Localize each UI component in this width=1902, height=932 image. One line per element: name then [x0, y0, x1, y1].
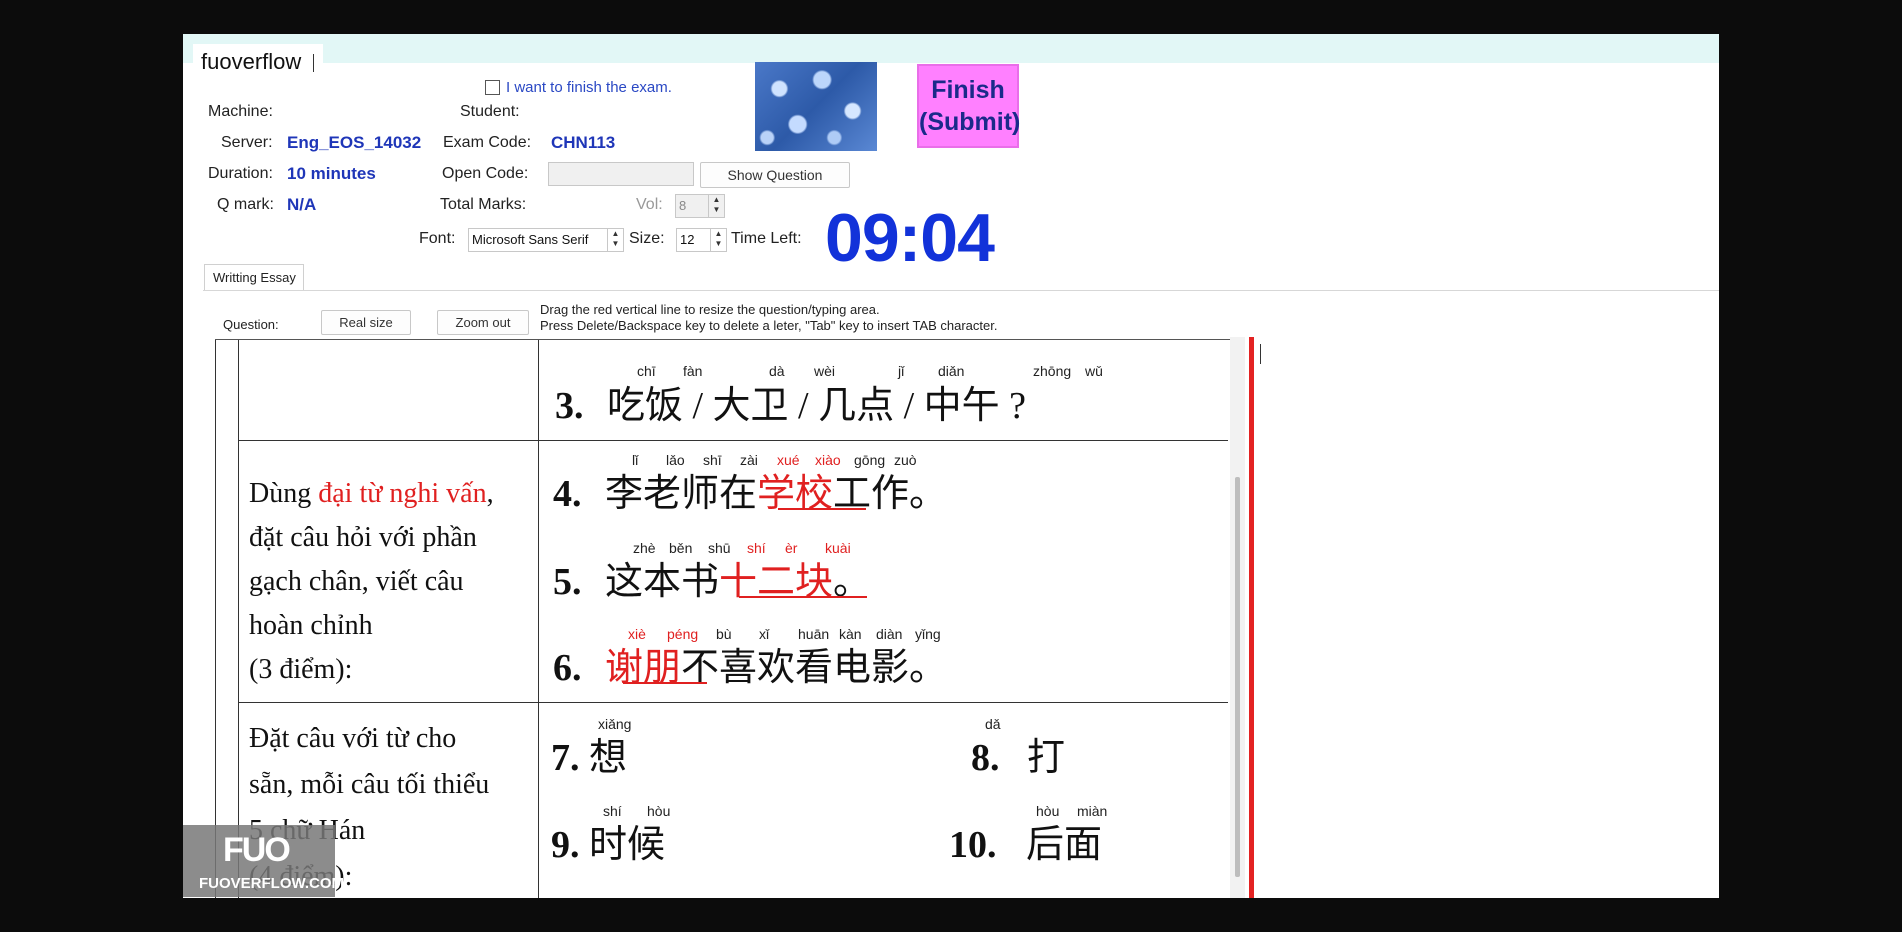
finish-exam-checkbox-label: I want to finish the exam.	[506, 79, 672, 96]
spinner-arrows-icon[interactable]: ▲ ▼	[708, 195, 724, 217]
question-text: 吃饭 / 大卫 / 几点 / 中午 ?	[607, 385, 1027, 427]
question-label: Question:	[223, 317, 279, 332]
question-4: 4. 李老师在学校工作。	[553, 462, 947, 517]
answer-typing-area[interactable]	[1255, 337, 1719, 898]
watermark-site: FUOVERFLOW.COM	[199, 875, 344, 892]
font-value: Microsoft Sans Serif	[472, 232, 589, 247]
show-question-button[interactable]: Show Question	[700, 162, 850, 188]
exam-client-window: fuoverflow I want to finish the exam. Ma…	[183, 34, 1719, 898]
instructions-hint: Drag the red vertical line to resize the…	[540, 302, 997, 334]
spinner-arrows-icon[interactable]: ▲ ▼	[607, 229, 623, 251]
duration-label: Duration:	[208, 165, 273, 182]
server-value: Eng_EOS_14032	[287, 133, 422, 152]
question-scrollbar[interactable]	[1230, 337, 1245, 898]
question-number: 3.	[555, 385, 584, 427]
table-column-divider	[538, 340, 539, 898]
open-code-label: Open Code:	[442, 165, 529, 182]
font-label: Font:	[419, 230, 456, 247]
tab-writing-essay[interactable]: Writting Essay	[204, 264, 304, 291]
table-border-left	[215, 340, 216, 898]
instruction-line: Dùng đại từ nghi vấn,	[249, 478, 494, 509]
qmark-value: N/A	[287, 195, 317, 214]
question-6: 6. 谢朋不喜欢看电影。	[553, 636, 947, 691]
text-cursor	[313, 54, 315, 73]
section-2-instructions: Dùng đại từ nghi vấn, đặt câu hỏi với ph…	[249, 472, 494, 692]
brand-label: fuoverflow	[193, 44, 323, 80]
vol-value: 8	[679, 198, 687, 213]
student-photo	[755, 62, 877, 151]
total-marks-label: Total Marks:	[440, 196, 527, 213]
vol-spinner[interactable]: 8 ▲ ▼	[675, 194, 725, 218]
server-label: Server:	[221, 134, 273, 151]
size-value: 12	[680, 232, 695, 247]
table-border-inner	[238, 340, 239, 898]
machine-label: Machine:	[208, 103, 273, 120]
instruction-line: gạch chân, viết câu	[249, 566, 464, 597]
question-text: 这本书	[605, 561, 720, 603]
question-8: 8. 打	[971, 726, 1065, 781]
question-text: 时候	[589, 824, 666, 866]
red-underline	[623, 682, 707, 684]
question-text: 不喜欢看电影。	[681, 647, 948, 689]
student-label: Student:	[460, 103, 520, 120]
zoom-out-button[interactable]: Zoom out	[437, 310, 529, 335]
question-number: 9.	[551, 824, 580, 866]
submit-label: (Submit)	[919, 108, 1021, 136]
real-size-button[interactable]: Real size	[321, 310, 411, 335]
question-10: 10. 后面	[949, 813, 1102, 868]
watermark: FUO FUOVERFLOW.COM	[183, 825, 344, 897]
open-code-input[interactable]	[548, 162, 694, 186]
hint-line-2: Press Delete/Backspace key to delete a l…	[540, 318, 998, 333]
instruction-line: sẵn, mỗi câu tối thiểu	[249, 769, 490, 800]
finish-submit-button[interactable]: Finish (Submit)	[917, 64, 1021, 148]
question-3: 3. 吃饭 / 大卫 / 几点 / 中午 ?	[555, 374, 1026, 429]
question-text: 李老师在	[605, 473, 758, 515]
instruction-line: hoàn chỉnh	[249, 610, 373, 641]
time-left-label: Time Left:	[731, 230, 802, 247]
exam-code-label: Exam Code:	[443, 134, 532, 151]
size-spinner[interactable]: 12 ▲ ▼	[676, 228, 727, 252]
size-label: Size:	[629, 230, 665, 247]
finish-exam-checkbox[interactable]: I want to finish the exam.	[485, 79, 672, 96]
question-text: 后面	[1026, 824, 1103, 866]
exam-code-value: CHN113	[551, 133, 616, 152]
time-left-value: 09:04	[825, 200, 995, 276]
question-number: 10.	[949, 824, 997, 866]
red-underline	[778, 508, 866, 510]
question-number: 5.	[553, 561, 582, 603]
pinyin: zhōng	[1033, 363, 1072, 379]
pinyin: wǔ	[1085, 363, 1103, 379]
question-number: 6.	[553, 647, 582, 689]
checkbox-box[interactable]	[485, 80, 500, 95]
question-text: 打	[1027, 737, 1066, 779]
finish-label: Finish	[931, 76, 1005, 104]
question-text: 想	[589, 737, 628, 779]
table-row-divider	[238, 702, 1228, 703]
top-strip	[183, 34, 1719, 63]
resize-handle[interactable]	[1249, 337, 1254, 898]
table-row-divider	[238, 440, 1228, 441]
tab-divider	[203, 290, 1719, 291]
question-number: 7.	[551, 737, 580, 779]
spinner-arrows-icon[interactable]: ▲ ▼	[710, 229, 726, 251]
instruction-line: đặt câu hỏi với phần	[249, 522, 477, 553]
scrollbar-thumb[interactable]	[1235, 477, 1240, 877]
question-image: chī fàn dà wèi jǐ diǎn zhōng wǔ 3. 吃饭 / …	[215, 339, 1235, 898]
watermark-logo: FUO	[223, 831, 291, 869]
question-number: 4.	[553, 473, 582, 515]
red-underline	[739, 596, 867, 598]
instruction-line: Đặt câu với từ cho	[249, 723, 457, 754]
question-9: 9. 时候	[551, 813, 665, 868]
qmark-label: Q mark:	[217, 196, 274, 213]
duration-value: 10 minutes	[287, 164, 376, 183]
hint-line-1: Drag the red vertical line to resize the…	[540, 302, 880, 317]
font-select[interactable]: Microsoft Sans Serif ▲ ▼	[468, 228, 624, 252]
question-7: 7. 想	[551, 726, 627, 781]
vol-label: Vol:	[636, 196, 663, 213]
question-number: 8.	[971, 737, 1000, 779]
instruction-line: (3 điểm):	[249, 654, 353, 685]
